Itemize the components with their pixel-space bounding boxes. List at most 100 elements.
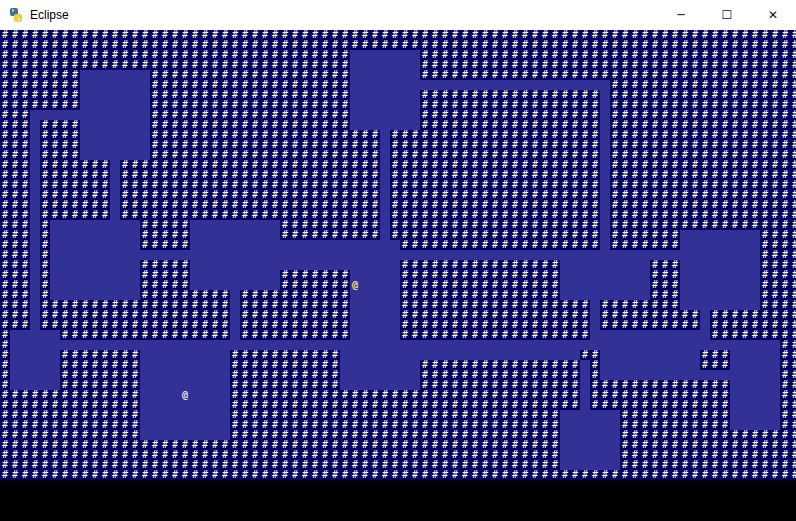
window-control-button[interactable]: ✕	[750, 0, 796, 30]
wall-tile: #	[640, 50, 650, 60]
wall-tile: #	[170, 210, 180, 220]
wall-tile: #	[420, 70, 430, 80]
wall-tile: #	[50, 130, 60, 140]
wall-tile: #	[350, 220, 360, 230]
wall-tile: #	[240, 90, 250, 100]
wall-tile: #	[370, 30, 380, 40]
wall-tile: #	[320, 270, 330, 280]
wall-tile: #	[190, 160, 200, 170]
wall-tile: #	[40, 30, 50, 40]
floor-tile	[190, 250, 200, 260]
wall-tile: #	[460, 40, 470, 50]
wall-tile: #	[670, 60, 680, 70]
wall-tile: #	[670, 100, 680, 110]
wall-tile: #	[510, 210, 520, 220]
floor-tile	[110, 240, 120, 250]
wall-tile: #	[430, 40, 440, 50]
wall-tile: #	[720, 50, 730, 60]
wall-tile: #	[0, 130, 10, 140]
wall-tile: #	[290, 230, 300, 240]
wall-tile: #	[180, 40, 190, 50]
wall-tile: #	[190, 200, 200, 210]
wall-tile: #	[540, 180, 550, 190]
wall-tile: #	[750, 180, 760, 190]
wall-tile: #	[530, 30, 540, 40]
wall-tile: #	[220, 200, 230, 210]
title-bar: Eclipse ─☐✕	[0, 0, 796, 30]
window-control-button[interactable]: ☐	[704, 0, 750, 30]
wall-tile: #	[670, 170, 680, 180]
wall-tile: #	[240, 130, 250, 140]
wall-tile: #	[170, 160, 180, 170]
wall-tile: #	[670, 80, 680, 90]
wall-tile: #	[340, 130, 350, 140]
wall-tile: #	[340, 110, 350, 120]
wall-tile: #	[80, 180, 90, 190]
floor-tile	[100, 100, 110, 110]
floor-tile	[680, 240, 690, 250]
map-row: ### # ##### ########## #################…	[0, 220, 796, 230]
wall-tile: #	[40, 90, 50, 100]
wall-tile: #	[330, 270, 340, 280]
wall-tile: #	[20, 200, 30, 210]
wall-tile: #	[300, 270, 310, 280]
wall-tile: #	[320, 200, 330, 210]
floor-tile	[360, 240, 370, 250]
wall-tile: #	[590, 50, 600, 60]
wall-tile: #	[780, 150, 790, 160]
wall-tile: #	[450, 150, 460, 160]
wall-tile: #	[110, 40, 120, 50]
wall-tile: #	[500, 110, 510, 120]
wall-tile: #	[680, 200, 690, 210]
wall-tile: #	[580, 170, 590, 180]
wall-tile: #	[330, 140, 340, 150]
wall-tile: #	[350, 40, 360, 50]
wall-tile: #	[690, 220, 700, 230]
wall-tile: #	[400, 270, 410, 280]
floor-tile	[60, 230, 70, 240]
wall-tile: #	[450, 220, 460, 230]
wall-tile: #	[520, 60, 530, 70]
wall-tile: #	[780, 230, 790, 240]
wall-tile: #	[580, 70, 590, 80]
wall-tile: #	[30, 50, 40, 60]
wall-tile: #	[440, 60, 450, 70]
wall-tile: #	[710, 180, 720, 190]
floor-tile	[130, 240, 140, 250]
floor-tile	[70, 250, 80, 260]
wall-tile: #	[670, 90, 680, 100]
floor-tile	[130, 230, 140, 240]
wall-tile: #	[770, 30, 780, 40]
wall-tile: #	[340, 200, 350, 210]
wall-tile: #	[290, 270, 300, 280]
window-control-button[interactable]: ─	[658, 0, 704, 30]
wall-tile: #	[280, 70, 290, 80]
wall-tile: #	[460, 100, 470, 110]
wall-tile: #	[520, 160, 530, 170]
floor-tile	[80, 150, 90, 160]
wall-tile: #	[520, 50, 530, 60]
wall-tile: #	[360, 190, 370, 200]
wall-tile: #	[740, 180, 750, 190]
floor-tile	[370, 50, 380, 60]
wall-tile: #	[330, 230, 340, 240]
wall-tile: #	[160, 200, 170, 210]
floor-tile	[630, 260, 640, 270]
floor-tile	[500, 250, 510, 260]
wall-tile: #	[760, 140, 770, 150]
floor-tile	[130, 90, 140, 100]
wall-tile: #	[190, 90, 200, 100]
wall-tile: #	[390, 190, 400, 200]
wall-tile: #	[10, 60, 20, 70]
wall-tile: #	[610, 40, 620, 50]
wall-tile: #	[420, 120, 430, 130]
wall-tile: #	[150, 220, 160, 230]
floor-tile	[120, 100, 130, 110]
wall-tile: #	[300, 130, 310, 140]
floor-tile	[150, 250, 160, 260]
wall-tile: #	[200, 50, 210, 60]
wall-tile: #	[610, 170, 620, 180]
floor-tile	[190, 230, 200, 240]
wall-tile: #	[630, 180, 640, 190]
wall-tile: #	[330, 50, 340, 60]
